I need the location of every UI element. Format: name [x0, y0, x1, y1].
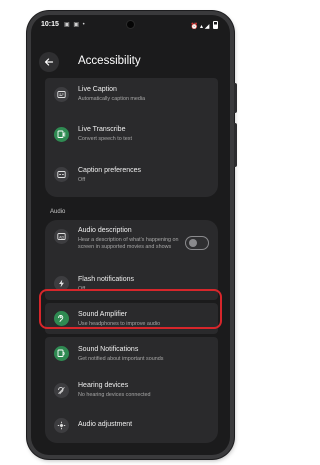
sound-amplifier-subtitle: Use headphones to improve audio: [78, 321, 161, 327]
live-transcribe-icon: [54, 127, 69, 142]
audio-adjustment-row[interactable]: Audio adjustment: [45, 409, 218, 441]
audio-adjustment-title: Audio adjustment: [78, 421, 133, 428]
hearing-devices-subtitle: No hearing devices connected: [78, 392, 151, 398]
status-time: 10:15: [41, 21, 59, 28]
audio-description-icon: AD: [54, 229, 69, 244]
sound-amplifier-card[interactable]: Sound Amplifier Use headphones to improv…: [45, 303, 218, 334]
captions-card: Live Caption Automatically caption media…: [45, 78, 218, 197]
toggle-knob: [189, 239, 197, 247]
audio-description-subtitle: Hear a description of what's happening o…: [78, 237, 179, 250]
system-icons: ⏰ ▴ ◢: [190, 24, 210, 30]
live-caption-icon: [54, 87, 69, 102]
hearing-devices-row[interactable]: Hearing devices No hearing devices conne…: [45, 373, 218, 407]
front-camera: [127, 21, 134, 28]
live-transcribe-subtitle: Convert speech to text: [78, 136, 132, 142]
sound-notifications-row[interactable]: Sound Notifications Get notified about i…: [45, 337, 218, 371]
caption-preferences-icon: [54, 167, 69, 182]
live-caption-row[interactable]: Live Caption Automatically caption media: [45, 78, 218, 114]
flash-notifications-row[interactable]: Flash notifications Off: [45, 267, 218, 299]
screen: 10:15 ▣ ▣ • ⏰ ▴ ◢ Accessibility Live Cap…: [31, 15, 230, 455]
battery-icon: [213, 21, 218, 29]
power-button: [234, 83, 237, 113]
back-button[interactable]: [39, 52, 59, 72]
sound-amplifier-title: Sound Amplifier: [78, 311, 128, 318]
hearing-devices-title: Hearing devices: [78, 382, 129, 389]
flash-notifications-icon: [54, 276, 69, 291]
flash-notifications-title: Flash notifications: [78, 276, 135, 283]
sound-notifications-subtitle: Get notified about important sounds: [78, 356, 164, 362]
audio-section-label: Audio: [50, 209, 66, 215]
hearing-devices-icon: [54, 383, 69, 398]
phone-frame: 10:15 ▣ ▣ • ⏰ ▴ ◢ Accessibility Live Cap…: [27, 11, 237, 459]
app-header: Accessibility: [31, 48, 230, 76]
live-transcribe-title: Live Transcribe: [78, 126, 126, 133]
svg-text:AD: AD: [59, 235, 64, 239]
sound-notifications-icon: [54, 346, 69, 361]
flash-notifications-subtitle: Off: [78, 286, 86, 292]
live-caption-subtitle: Automatically caption media: [78, 96, 146, 102]
live-transcribe-row[interactable]: Live Transcribe Convert speech to text: [45, 116, 218, 154]
audio-description-toggle[interactable]: [185, 236, 209, 250]
status-bar: 10:15 ▣ ▣ • ⏰ ▴ ◢: [31, 15, 230, 37]
sound-amplifier-icon: [54, 311, 69, 326]
audio-card-bottom: Sound Notifications Get notified about i…: [45, 337, 218, 443]
caption-preferences-subtitle: Off: [78, 177, 86, 183]
caption-preferences-row[interactable]: Caption preferences Off: [45, 156, 218, 194]
live-caption-title: Live Caption: [78, 86, 117, 93]
caption-preferences-title: Caption preferences: [78, 167, 142, 174]
audio-adjustment-icon: [54, 418, 69, 433]
sound-notifications-title: Sound Notifications: [78, 346, 139, 353]
audio-description-row[interactable]: AD Audio description Hear a description …: [45, 220, 218, 266]
volume-button: [234, 123, 237, 167]
audio-card-top: AD Audio description Hear a description …: [45, 220, 218, 300]
arrow-back-icon: [44, 58, 54, 66]
notification-icons: ▣ ▣ •: [64, 22, 86, 28]
system-status-icons: ⏰ ▴ ◢: [191, 21, 218, 30]
page-title: Accessibility: [78, 55, 141, 67]
audio-description-title: Audio description: [78, 227, 132, 234]
